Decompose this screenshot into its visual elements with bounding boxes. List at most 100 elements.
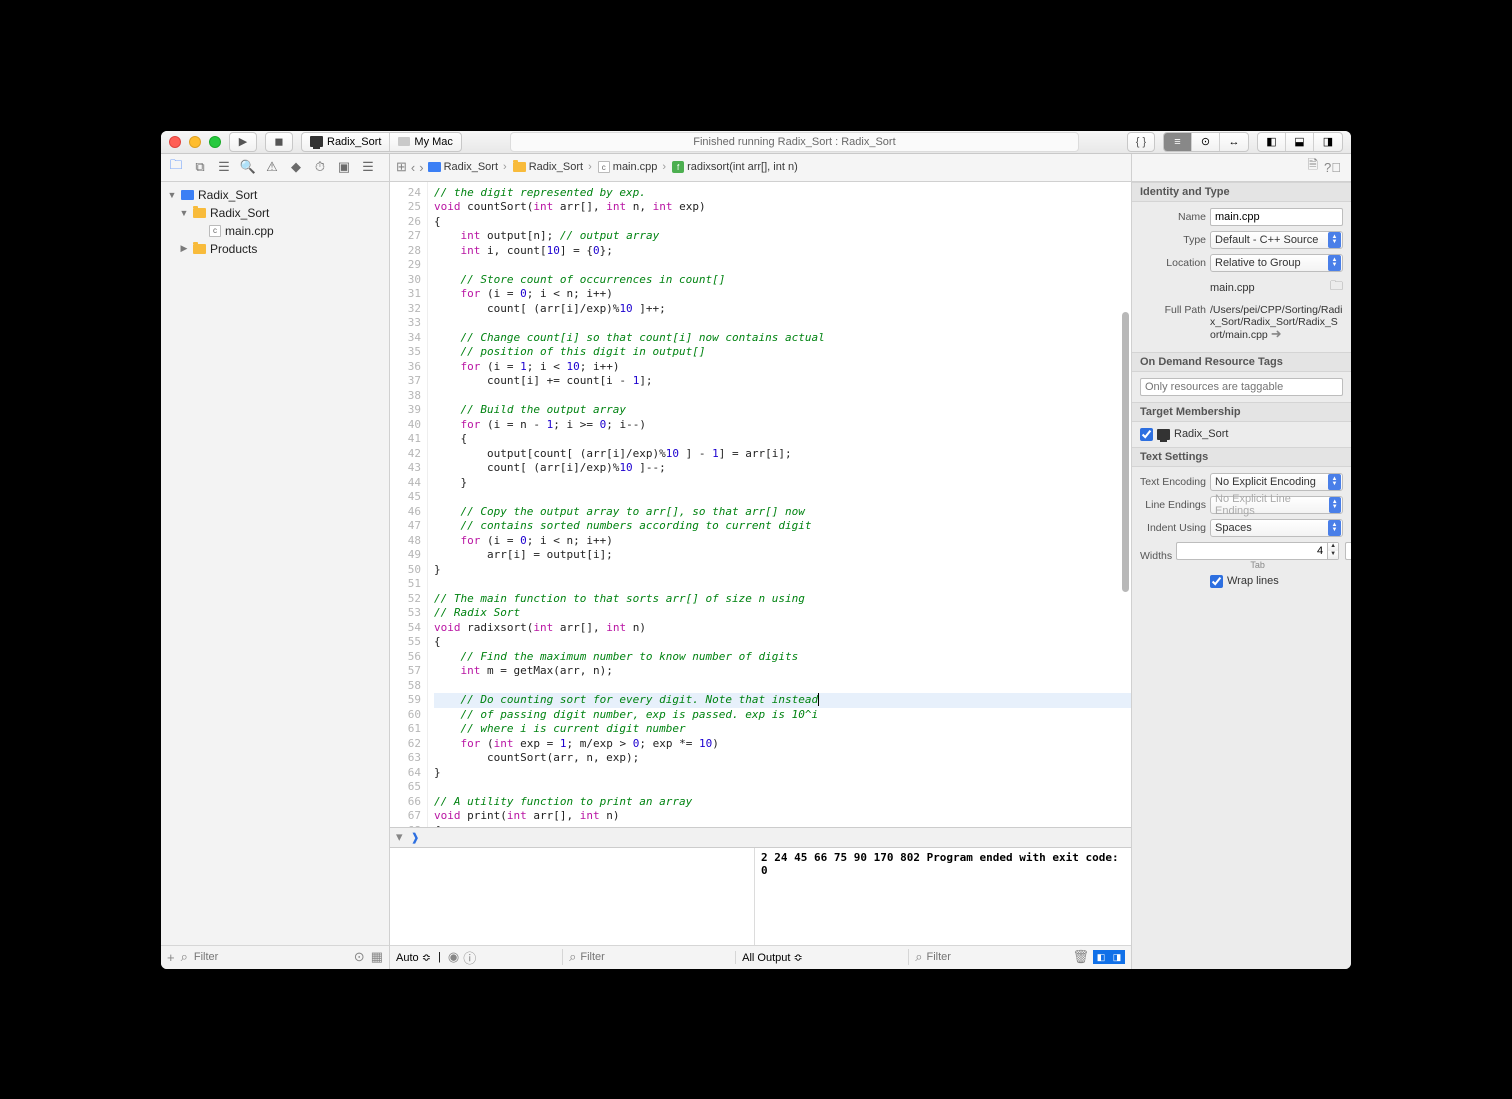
variables-view[interactable] [390, 848, 755, 945]
tree-file-main[interactable]: cmain.cpp [161, 222, 389, 240]
scheme-device: My Mac [414, 136, 453, 148]
minimize-window-button[interactable] [189, 136, 201, 148]
report-navigator-icon[interactable]: ☰ [357, 157, 379, 177]
close-window-button[interactable] [169, 136, 181, 148]
titlebar: ▶ ◼ Radix_Sort My Mac Finished running R… [161, 131, 1351, 154]
type-select[interactable]: Default - C++ Source▲▼ [1210, 231, 1343, 249]
assistant-editor-icon[interactable]: ⊙ [1192, 133, 1220, 151]
line-gutter[interactable]: 2425262728293031323334353637383940414243… [390, 182, 428, 827]
library-button[interactable]: { } [1127, 132, 1155, 152]
toggle-inspector-icon[interactable]: ◨ [1314, 133, 1342, 151]
code-area[interactable]: // the digit represented by exp.void cou… [428, 182, 1131, 827]
run-button[interactable]: ▶ [229, 132, 257, 152]
inspector: Identity and Type Name TypeDefault - C++… [1131, 182, 1351, 969]
navigator: ▼Radix_Sort ▼Radix_Sort cmain.cpp ▶Produ… [161, 182, 390, 969]
crumb-project[interactable]: Radix_Sort [444, 161, 498, 173]
toggle-navigator-icon[interactable]: ◧ [1258, 133, 1286, 151]
editor-mode-segment[interactable]: ≡ ⊙ ↔ [1163, 132, 1249, 152]
scheme-selector[interactable]: Radix_Sort My Mac [301, 132, 462, 152]
filter-icon: ⌕ [915, 949, 922, 965]
breakpoint-navigator-icon[interactable]: ▣ [333, 157, 355, 177]
project-icon [181, 190, 194, 200]
target-checkbox[interactable] [1140, 428, 1153, 441]
tree-products[interactable]: ▶Products [161, 240, 389, 258]
target-icon [1157, 429, 1170, 440]
project-tree[interactable]: ▼Radix_Sort ▼Radix_Sort cmain.cpp ▶Produ… [161, 182, 389, 945]
issue-navigator-icon[interactable]: ⚠ [261, 157, 283, 177]
quicklook-icon[interactable]: ◉ [448, 949, 459, 965]
reveal-path-icon[interactable]: ➜ [1271, 326, 1282, 341]
filter-icon: ⌕ [181, 949, 188, 965]
name-field[interactable] [1210, 208, 1343, 226]
toggle-debug-icon[interactable]: ⬓ [1286, 133, 1314, 151]
debug-pane-toggle[interactable]: ◧◨ [1093, 950, 1125, 964]
print-icon[interactable]: ⓘ [463, 948, 476, 967]
hide-debug-icon[interactable]: ▾ [396, 829, 403, 845]
target-section-title: Target Membership [1132, 402, 1351, 422]
folder-icon [193, 208, 206, 218]
choose-path-icon[interactable]: 🗀 [1330, 277, 1343, 299]
version-editor-icon[interactable]: ↔ [1220, 133, 1248, 151]
identity-section-title: Identity and Type [1132, 182, 1351, 202]
symbol-navigator-icon[interactable]: ☰ [213, 157, 235, 177]
scrollbar-thumb[interactable] [1122, 312, 1129, 592]
indent-using-select[interactable]: Spaces▲▼ [1210, 519, 1343, 537]
console-filter-input[interactable] [926, 951, 1068, 963]
wrap-lines-checkbox[interactable]: Wrap lines [1210, 575, 1343, 588]
jump-bar[interactable]: ⊞ ‹ › Radix_Sort› Radix_Sort› cmain.cpp›… [390, 159, 1131, 175]
crumb-file[interactable]: main.cpp [613, 161, 658, 173]
code-editor[interactable]: 2425262728293031323334353637383940414243… [390, 182, 1131, 827]
target-checkbox-row[interactable]: Radix_Sort [1140, 428, 1343, 441]
file-inspector-icon[interactable]: 🗎 [1308, 156, 1318, 178]
related-items-icon[interactable]: ⊞ [396, 159, 407, 175]
debug-navigator-icon[interactable]: ⏱ [309, 157, 331, 177]
zoom-window-button[interactable] [209, 136, 221, 148]
folder-icon [513, 162, 526, 172]
source-control-icon[interactable]: ⧉ [189, 157, 211, 177]
target-icon [310, 136, 323, 147]
trash-icon[interactable]: 🗑 [1072, 949, 1089, 965]
output-selector[interactable]: All Output ≎ [742, 951, 803, 964]
console-view[interactable]: 2 24 45 66 75 90 170 802 Program ended w… [755, 848, 1131, 945]
tree-group[interactable]: ▼Radix_Sort [161, 204, 389, 222]
odr-section-title: On Demand Resource Tags [1132, 352, 1351, 372]
console-output: 2 24 45 66 75 90 170 802 Program ended w… [761, 851, 1119, 877]
editor-column: 2425262728293031323334353637383940414243… [390, 182, 1131, 969]
indent-width-stepper[interactable]: ▲▼ [1345, 542, 1351, 560]
stop-button[interactable]: ◼ [265, 132, 293, 152]
help-inspector-icon[interactable]: ?⃝ [1324, 160, 1341, 175]
crumb-symbol[interactable]: radixsort(int arr[], int n) [687, 161, 798, 173]
tree-root[interactable]: ▼Radix_Sort [161, 186, 389, 204]
test-navigator-icon[interactable]: ◆ [285, 157, 307, 177]
lineendings-select[interactable]: No Explicit Line Endings▲▼ [1210, 496, 1343, 514]
odr-field [1140, 378, 1343, 396]
recent-filter-icon[interactable]: ⊙ [354, 949, 365, 965]
variables-filter-input[interactable] [580, 951, 729, 963]
scheme-target: Radix_Sort [327, 136, 381, 148]
filter-icon: ⌕ [569, 949, 576, 965]
location-select[interactable]: Relative to Group▲▼ [1210, 254, 1343, 272]
navigator-tabs: 🗀 ⧉ ☰ 🔍 ⚠ ◆ ⏱ ▣ ☰ [161, 154, 390, 181]
panel-toggle-segment[interactable]: ◧ ⬓ ◨ [1257, 132, 1343, 152]
debug-area: 2 24 45 66 75 90 170 802 Program ended w… [390, 847, 1131, 945]
activity-status: Finished running Radix_Sort : Radix_Sort [510, 132, 1079, 152]
cpp-file-icon: c [598, 161, 610, 173]
crumb-group[interactable]: Radix_Sort [529, 161, 583, 173]
standard-editor-icon[interactable]: ≡ [1164, 133, 1192, 151]
scope-selector[interactable]: Auto ≎ [396, 951, 431, 964]
location-file: main.cpp [1210, 282, 1255, 294]
tab-width-stepper[interactable]: ▲▼ [1176, 542, 1339, 560]
breakpoint-toggle-icon[interactable]: ❱ [411, 831, 420, 844]
text-settings-title: Text Settings [1132, 447, 1351, 467]
add-button[interactable]: + [167, 950, 175, 965]
encoding-select[interactable]: No Explicit Encoding▲▼ [1210, 473, 1343, 491]
find-navigator-icon[interactable]: 🔍 [237, 157, 259, 177]
navigator-filter-input[interactable] [194, 951, 348, 963]
forward-button[interactable]: › [419, 160, 423, 175]
project-navigator-icon[interactable]: 🗀 [165, 157, 187, 177]
scm-filter-icon[interactable]: ▦ [371, 949, 383, 965]
back-button[interactable]: ‹ [411, 160, 415, 175]
project-icon [428, 162, 441, 172]
debug-bar: ▾ ❱ [390, 827, 1131, 847]
function-icon: f [672, 161, 684, 173]
